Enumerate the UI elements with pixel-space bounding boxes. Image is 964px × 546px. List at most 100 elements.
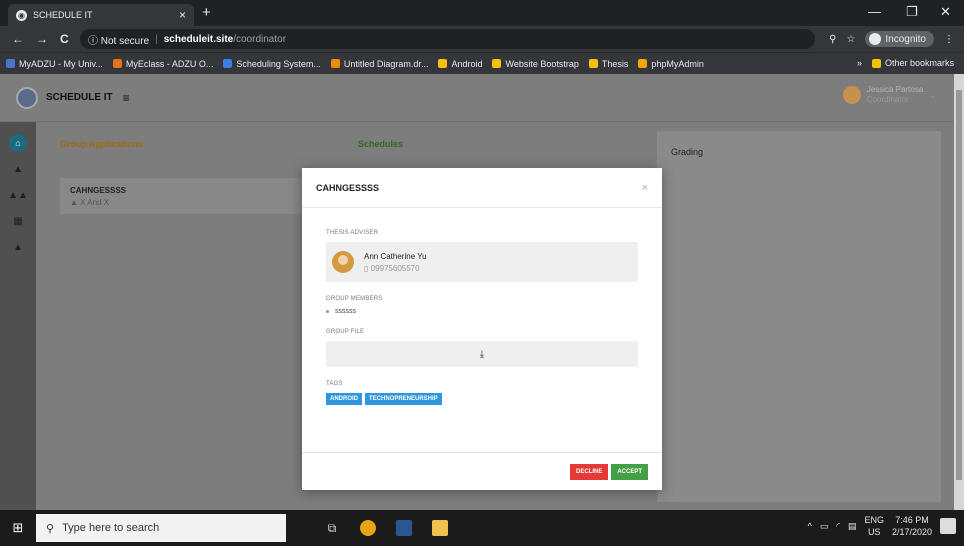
group-card-subtitle: ▲ X And X [70,198,300,207]
group-applications-title: Group Applications [60,139,144,149]
window-close-icon[interactable]: ✕ [940,4,951,20]
folder-icon [492,59,502,68]
browser-tab[interactable]: ◉ SCHEDULE IT × [8,4,194,26]
tag-list: ANDROID TECHNOPRENEURSHIP [326,393,638,405]
chevron-up-icon[interactable]: ^ [808,521,812,531]
search-icon: ⚲ [46,522,55,535]
accept-button[interactable]: ACCEPT [611,463,648,480]
download-icon: ⤓ [479,348,485,360]
lang-top: ENG [864,515,884,525]
taskbar-search-box[interactable]: ⚲ Type here to search [36,514,286,542]
more-bookmarks-button[interactable]: » [857,58,862,68]
sidebar-item-home[interactable]: ⌂ [0,130,36,156]
phone-icon: ▯ [364,263,371,273]
menu-toggle-icon[interactable]: ≡ [123,91,130,105]
system-tray: ^ ▭ ◜ ▤ ENG US 7:46 PM 2/17/2020 [808,514,956,538]
grading-panel: Grading [657,131,941,502]
group-card-title: CAHNGESSSS [70,186,127,195]
chrome-menu-icon[interactable]: ⋮ [944,34,954,45]
tags-label: TAGS [326,381,343,387]
bookmark-label: Android [451,58,483,69]
word-taskbar-icon[interactable] [386,510,422,546]
bookmark-label: Untitled Diagram.dr... [343,58,429,69]
modal-footer: DECLINE ACCEPT [302,452,662,490]
member-item: ssssss [326,308,638,315]
bookmark-folder[interactable]: Website Bootstrap [492,59,579,69]
page-scrollbar[interactable] [954,74,964,510]
sidebar-item-profile[interactable]: ▲ [0,156,36,182]
windows-start-icon[interactable]: ⊞ [0,510,36,546]
tab-title: SCHEDULE IT [33,10,93,20]
modal-body: THESIS ADVISER Ann Catherine Yu ▯ 099756… [302,208,662,405]
language-indicator[interactable]: ENG US [864,514,884,538]
bookmark-item[interactable]: MyEclass - ADZU O... [112,58,214,69]
address-bar[interactable]: ⓘ Not secure | scheduleit.site /coordina… [80,29,815,49]
search-placeholder: Type here to search [62,522,160,534]
tab-close-icon[interactable]: × [179,8,186,22]
group-file-download[interactable]: ⤓ [326,341,638,367]
keyboard-icon[interactable]: ▤ [848,521,857,532]
maximize-icon[interactable]: ❐ [906,4,918,20]
adviser-phone: ▯ 09975605570 [364,264,427,273]
sidebar-item-calendar[interactable]: ▦ [0,208,36,234]
bookmark-folder[interactable]: Thesis [588,59,628,69]
clock[interactable]: 7:46 PM 2/17/2020 [892,514,932,538]
modal-close-icon[interactable]: × [642,182,648,194]
app-brand: SCHEDULE IT [46,92,113,103]
tag-badge: ANDROID [326,393,362,405]
user-icon: ▲ [13,163,23,175]
adviser-card: Ann Catherine Yu ▯ 09975605570 [326,242,638,282]
notification-icon[interactable] [940,518,956,534]
adviser-phone-number: 09975605570 [370,263,420,273]
bookmark-item[interactable]: Untitled Diagram.dr... [330,58,429,69]
bookmark-favicon-icon [6,59,15,68]
zoom-search-icon[interactable]: ⚲ [829,34,836,45]
users-icon: ▲▲ [8,189,28,201]
bookmark-item[interactable]: MyADZU - My Univ... [6,59,103,69]
chrome-taskbar-icon[interactable] [350,510,386,546]
chevron-down-icon: ⌄ [929,90,936,100]
adviser-info: Ann Catherine Yu ▯ 09975605570 [354,252,427,273]
security-indicator[interactable]: ⓘ Not secure [88,32,149,47]
sidebar-item-faculty[interactable]: ▲ [0,234,36,260]
scrollbar-thumb[interactable] [956,90,962,480]
incognito-badge[interactable]: Incognito [865,31,934,47]
app-logo [16,86,38,109]
decline-button[interactable]: DECLINE [569,463,609,480]
file-explorer-taskbar-icon[interactable] [422,510,458,546]
incognito-label: Incognito [885,33,926,45]
bookmarks-right: » Other bookmarks [857,58,954,68]
battery-icon[interactable]: ▭ [820,521,829,532]
task-view-icon[interactable]: ⧉ [314,510,350,546]
browser-toolbar: ← → C ⓘ Not secure | scheduleit.site /co… [0,26,964,52]
reload-icon[interactable]: C [60,32,69,46]
bookmark-label: Scheduling System... [236,58,321,69]
site-favicon-icon: ◉ [16,9,27,21]
group-application-card[interactable]: CAHNGESSSS ▲ X And X [60,178,310,214]
back-icon[interactable]: ← [12,32,24,46]
bookmark-item[interactable]: phpMyAdmin [638,59,704,69]
bookmark-folder[interactable]: Android [438,59,482,69]
sidebar-item-groups[interactable]: ▲▲ [0,182,36,208]
bookmarks-bar: MyADZU - My Univ... MyEclass - ADZU O...… [0,52,964,74]
toolbar-right: ⚲ ☆ Incognito ⋮ [829,31,954,47]
folder-icon [871,58,881,68]
folder-icon [432,520,448,536]
wifi-icon[interactable]: ◜ [836,521,840,532]
minimize-icon[interactable]: — [868,4,881,19]
bookmark-star-icon[interactable]: ☆ [846,34,855,45]
calendar-icon: ▦ [13,215,23,227]
forward-icon[interactable]: → [36,32,48,46]
windows-taskbar: ⊞ ⚲ Type here to search ⧉ ^ ▭ ◜ ▤ ENG US… [0,510,964,546]
user-info: Jessica Partosa Coordinator [867,85,923,105]
bookmark-item[interactable]: Scheduling System... [223,59,321,69]
clock-time: 7:46 PM [895,515,929,525]
bookmark-favicon-icon [112,59,122,68]
user-icon: ▲ [70,198,81,207]
bookmark-label: MyEclass - ADZU O... [125,58,214,69]
other-bookmarks-folder[interactable]: Other bookmarks [871,58,954,68]
user-menu[interactable]: Jessica Partosa Coordinator ⌄ [842,85,936,105]
user-avatar [842,86,861,104]
new-tab-button[interactable]: + [202,4,211,21]
word-icon [396,520,412,536]
